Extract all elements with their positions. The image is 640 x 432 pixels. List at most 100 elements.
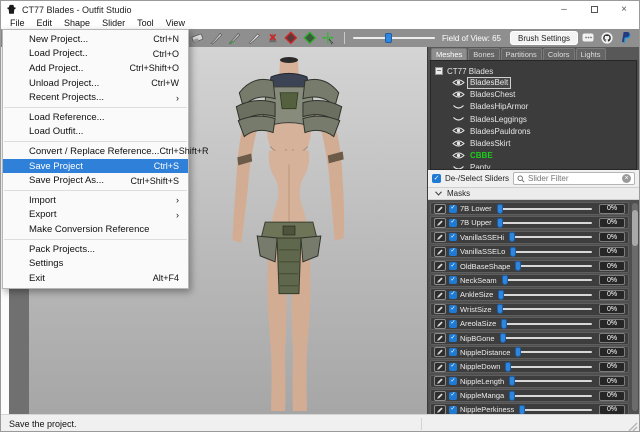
menubar-item-slider[interactable]: Slider	[96, 18, 131, 29]
slider-value[interactable]: 0%	[599, 290, 625, 300]
slider-edit-pencil-icon[interactable]	[434, 319, 446, 329]
slider-handle[interactable]	[505, 362, 511, 372]
slider-track[interactable]	[501, 337, 592, 339]
deselect-sliders-checkbox[interactable]: ✓	[432, 174, 441, 183]
mesh-item[interactable]: CBBE	[435, 150, 632, 162]
fov-slider-handle[interactable]	[385, 33, 392, 43]
clear-filter-icon[interactable]: ×	[622, 174, 631, 183]
green-diamond-tool-icon[interactable]	[302, 31, 318, 46]
slider-checkbox[interactable]: ✓	[449, 276, 457, 284]
file-menu-item[interactable]: Load Outfit...	[3, 125, 188, 140]
slider-value[interactable]: 0%	[599, 218, 625, 228]
slider-track[interactable]	[510, 380, 592, 382]
slider-handle[interactable]	[497, 304, 503, 314]
slider-scrollbar-thumb[interactable]	[632, 210, 638, 246]
slider-handle[interactable]	[515, 347, 521, 357]
slider-track[interactable]	[499, 294, 592, 296]
slider-track[interactable]	[498, 208, 592, 210]
transform-tool-icon[interactable]	[320, 31, 336, 46]
minimize-button[interactable]: –	[549, 1, 579, 18]
file-menu-item[interactable]: Save ProjectCtrl+S	[3, 159, 188, 174]
mesh-item[interactable]: Panty	[435, 162, 632, 170]
slider-handle[interactable]	[509, 376, 515, 386]
slider-handle[interactable]	[519, 405, 525, 414]
mesh-item[interactable]: BladesChest	[435, 89, 632, 101]
slider-value[interactable]: 0%	[599, 347, 625, 357]
slider-value[interactable]: 0%	[599, 261, 625, 271]
slider-track[interactable]	[516, 351, 592, 353]
slider-value[interactable]: 0%	[599, 319, 625, 329]
mesh-item[interactable]: BladesLeggings	[435, 114, 632, 126]
masks-section-header[interactable]: Masks	[428, 187, 639, 200]
slider-value[interactable]: 0%	[599, 275, 625, 285]
slider-edit-pencil-icon[interactable]	[434, 247, 446, 257]
slider-edit-pencil-icon[interactable]	[434, 304, 446, 314]
mesh-item[interactable]: BladesPauldrons	[435, 126, 632, 138]
slider-value[interactable]: 0%	[599, 362, 625, 372]
file-menu-item[interactable]: Save Project As...Ctrl+Shift+S	[3, 173, 188, 188]
slider-checkbox[interactable]: ✓	[449, 406, 457, 414]
collapse-icon[interactable]: −	[435, 67, 443, 75]
fov-slider[interactable]	[353, 32, 435, 44]
slider-track[interactable]	[510, 395, 592, 397]
mesh-tree-root[interactable]: − CT77 Blades	[435, 65, 632, 77]
slider-edit-pencil-icon[interactable]	[434, 232, 446, 242]
menubar-item-file[interactable]: File	[4, 18, 31, 29]
slider-track[interactable]	[503, 279, 592, 281]
slider-value[interactable]: 0%	[599, 391, 625, 401]
mesh-item[interactable]: BladesBelt	[435, 77, 632, 89]
maximize-button[interactable]	[579, 1, 609, 18]
eye-closed-icon[interactable]	[452, 114, 465, 125]
slider-handle[interactable]	[515, 261, 521, 271]
slider-edit-pencil-icon[interactable]	[434, 376, 446, 386]
slider-edit-pencil-icon[interactable]	[434, 261, 446, 271]
tab-meshes[interactable]: Meshes	[431, 48, 467, 60]
slider-checkbox[interactable]: ✓	[449, 291, 457, 299]
file-menu-item[interactable]: Load Reference...	[3, 110, 188, 125]
red-diamond-tool-icon[interactable]	[283, 31, 299, 46]
brush-settings-button[interactable]: Brush Settings	[510, 31, 578, 45]
tab-partitions[interactable]: Partitions	[501, 48, 542, 60]
file-menu-item[interactable]: Load Project..Ctrl+O	[3, 47, 188, 62]
file-menu-item[interactable]: Import›	[3, 193, 188, 208]
slider-checkbox[interactable]: ✓	[449, 392, 457, 400]
file-menu-item[interactable]: Make Conversion Reference	[3, 222, 188, 237]
slider-handle[interactable]	[498, 290, 504, 300]
tab-bones[interactable]: Bones	[468, 48, 499, 60]
slider-checkbox[interactable]: ✓	[449, 233, 457, 241]
eye-open-icon[interactable]	[452, 151, 465, 162]
slider-value[interactable]: 0%	[599, 204, 625, 214]
slider-handle[interactable]	[510, 247, 516, 257]
slider-checkbox[interactable]: ✓	[449, 248, 457, 256]
menubar-item-view[interactable]: View	[160, 18, 191, 29]
file-menu-item[interactable]: Export›	[3, 208, 188, 223]
mesh-item[interactable]: BladesSkirt	[435, 138, 632, 150]
slider-handle[interactable]	[500, 333, 506, 343]
file-menu-item[interactable]: ExitAlt+F4	[3, 271, 188, 286]
slider-edit-pencil-icon[interactable]	[434, 290, 446, 300]
slider-handle[interactable]	[497, 218, 503, 228]
slider-checkbox[interactable]: ✓	[449, 334, 457, 342]
detail-brush-tool-icon[interactable]	[246, 31, 262, 46]
slider-track[interactable]	[506, 366, 592, 368]
eye-open-icon[interactable]	[452, 78, 465, 89]
file-menu-item[interactable]: Recent Projects...›	[3, 90, 188, 105]
eye-closed-icon[interactable]	[452, 163, 465, 170]
tab-lights[interactable]: Lights	[576, 48, 606, 60]
green-brush-tool-icon[interactable]	[227, 31, 243, 46]
chat-icon[interactable]	[581, 31, 595, 45]
slider-checkbox[interactable]: ✓	[449, 262, 457, 270]
slider-checkbox[interactable]: ✓	[449, 305, 457, 313]
slider-checkbox[interactable]: ✓	[449, 205, 457, 213]
slider-edit-pencil-icon[interactable]	[434, 218, 446, 228]
file-menu-item[interactable]: Convert / Replace Reference...Ctrl+Shift…	[3, 144, 188, 159]
slider-track[interactable]	[502, 323, 592, 325]
tab-colors[interactable]: Colors	[543, 48, 575, 60]
slider-value[interactable]: 0%	[599, 376, 625, 386]
slider-value[interactable]: 0%	[599, 232, 625, 242]
resize-grip[interactable]	[626, 420, 638, 432]
eye-open-icon[interactable]	[452, 139, 465, 150]
slider-checkbox[interactable]: ✓	[449, 320, 457, 328]
slider-edit-pencil-icon[interactable]	[434, 275, 446, 285]
menubar-item-edit[interactable]: Edit	[31, 18, 59, 29]
